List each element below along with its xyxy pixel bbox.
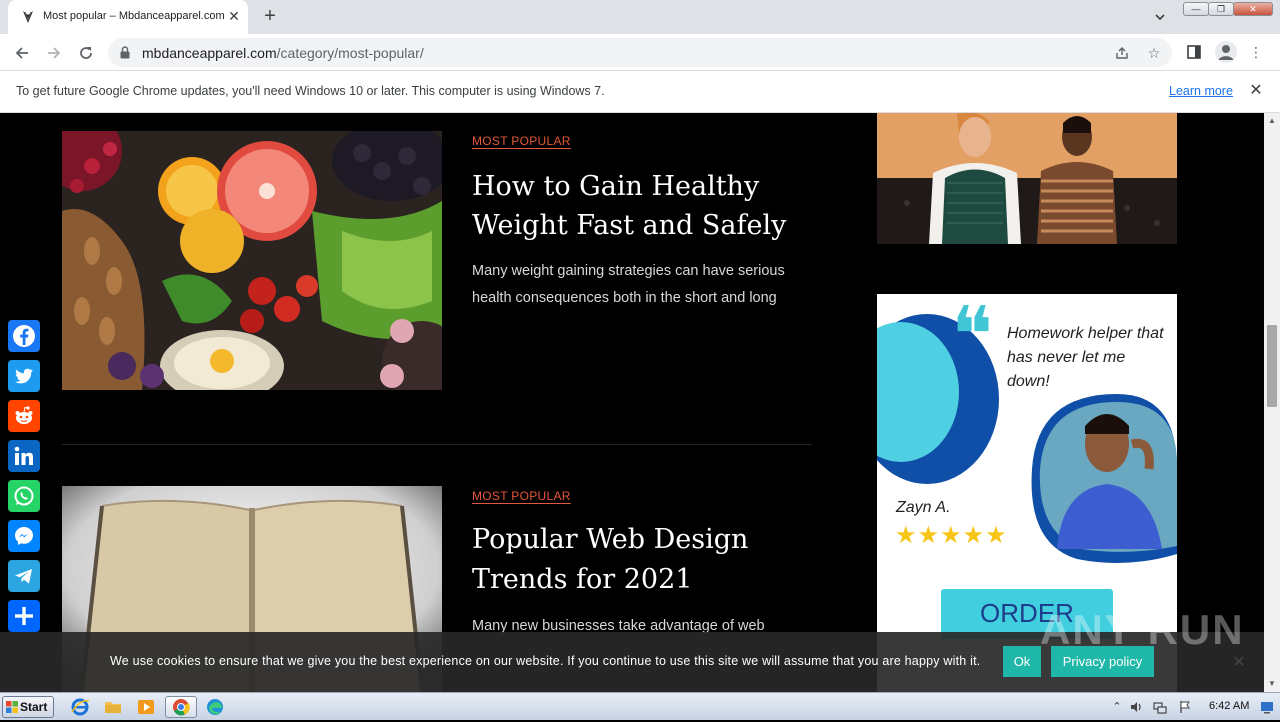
post-title[interactable]: Popular Web Design Trends for 2021 (472, 520, 812, 600)
ad-headline: Homework helper that has never let me do… (1007, 325, 1164, 390)
facebook-share-icon[interactable] (8, 320, 40, 352)
post-excerpt: Many weight gaining strategies can have … (472, 263, 785, 306)
restore-button[interactable]: ❐ (1208, 2, 1234, 16)
scroll-thumb[interactable] (1267, 325, 1277, 407)
menu-kebab-icon[interactable]: ⋮ (1246, 42, 1266, 62)
new-tab-button[interactable]: + (259, 5, 281, 27)
forward-arrow-icon[interactable] (42, 41, 66, 65)
browser-toolbar: mbdanceapparel.com/category/most-popular… (0, 34, 1280, 71)
post-divider (62, 444, 812, 445)
profile-avatar-icon[interactable] (1215, 41, 1237, 63)
telegram-share-icon[interactable] (8, 560, 40, 592)
whatsapp-share-icon[interactable] (8, 480, 40, 512)
post-title[interactable]: How to Gain Healthy Weight Fast and Safe… (472, 167, 812, 245)
network-icon[interactable] (1153, 700, 1167, 714)
infobar-close-icon[interactable]: ✕ (1247, 82, 1265, 100)
start-button[interactable]: Start (2, 696, 54, 718)
share-plus-icon[interactable] (8, 600, 40, 632)
tab-close-icon[interactable]: ✕ (226, 8, 242, 24)
windows-taskbar: Start ⌃ 6:42 AM (0, 692, 1280, 720)
ad-reviewer-name: Zayn A. (896, 499, 951, 516)
update-infobar: To get future Google Chrome updates, you… (0, 71, 1280, 113)
site-favicon-icon (23, 11, 33, 23)
side-panel-icon[interactable] (1184, 42, 1204, 62)
edge-icon[interactable] (204, 697, 226, 717)
page-scrollbar[interactable]: ▲ ▼ (1264, 113, 1280, 692)
url-text[interactable]: mbdanceapparel.com/category/most-popular… (142, 45, 424, 61)
tab-strip: Most popular – Mbdanceapparel.com ✕ + — … (0, 0, 1280, 34)
post-category-link[interactable]: MOST POPULAR (472, 134, 571, 148)
show-desktop-icon[interactable] (1259, 700, 1275, 714)
cookie-message: We use cookies to ensure that we give yo… (110, 654, 981, 668)
sidebar-image[interactable] (877, 113, 1177, 244)
post-category-link[interactable]: MOST POPULAR (472, 489, 571, 503)
quote-icon: ❝ (951, 294, 993, 381)
linkedin-share-icon[interactable] (8, 440, 40, 472)
reddit-share-icon[interactable] (8, 400, 40, 432)
reload-icon[interactable] (74, 41, 98, 65)
tab-search-chevron-icon[interactable] (1152, 9, 1168, 25)
lock-icon (120, 46, 130, 59)
windows-flag-icon (6, 701, 18, 713)
anyrun-watermark: ANY RUN (1040, 606, 1245, 653)
tray-expand-icon[interactable]: ⌃ (1110, 700, 1124, 714)
media-player-icon[interactable] (135, 697, 157, 717)
tray-clock[interactable]: 6:42 AM (1209, 700, 1249, 712)
browser-tab[interactable]: Most popular – Mbdanceapparel.com ✕ (8, 0, 248, 34)
close-window-button[interactable]: ✕ (1233, 2, 1273, 16)
infobar-message: To get future Google Chrome updates, you… (16, 84, 605, 98)
scroll-up-arrow-icon[interactable]: ▲ (1264, 113, 1280, 129)
rating-stars-icon: ★★★★★ (895, 522, 1008, 549)
scroll-down-arrow-icon[interactable]: ▼ (1264, 676, 1280, 692)
back-arrow-icon[interactable] (10, 41, 34, 65)
tab-title: Most popular – Mbdanceapparel.com (43, 10, 225, 22)
messenger-share-icon[interactable] (8, 520, 40, 552)
cookie-ok-button[interactable]: Ok (1003, 646, 1041, 677)
learn-more-link[interactable]: Learn more (1169, 84, 1233, 98)
action-center-flag-icon[interactable] (1178, 700, 1192, 714)
volume-icon[interactable] (1130, 700, 1144, 714)
share-page-icon[interactable] (1113, 44, 1131, 62)
cookie-close-icon[interactable]: ✕ (1230, 654, 1248, 672)
url-path: /category/most-popular/ (276, 45, 424, 61)
address-bar[interactable]: mbdanceapparel.com/category/most-popular… (108, 38, 1172, 67)
start-label: Start (20, 700, 48, 714)
twitter-share-icon[interactable] (8, 360, 40, 392)
minimize-button[interactable]: — (1183, 2, 1209, 16)
post-thumbnail-food[interactable] (62, 131, 442, 390)
url-domain: mbdanceapparel.com (142, 45, 277, 61)
chrome-taskbar-icon[interactable] (165, 696, 197, 718)
bookmark-star-icon[interactable]: ☆ (1145, 44, 1163, 62)
file-explorer-icon[interactable] (102, 697, 124, 717)
internet-explorer-icon[interactable] (69, 697, 91, 717)
